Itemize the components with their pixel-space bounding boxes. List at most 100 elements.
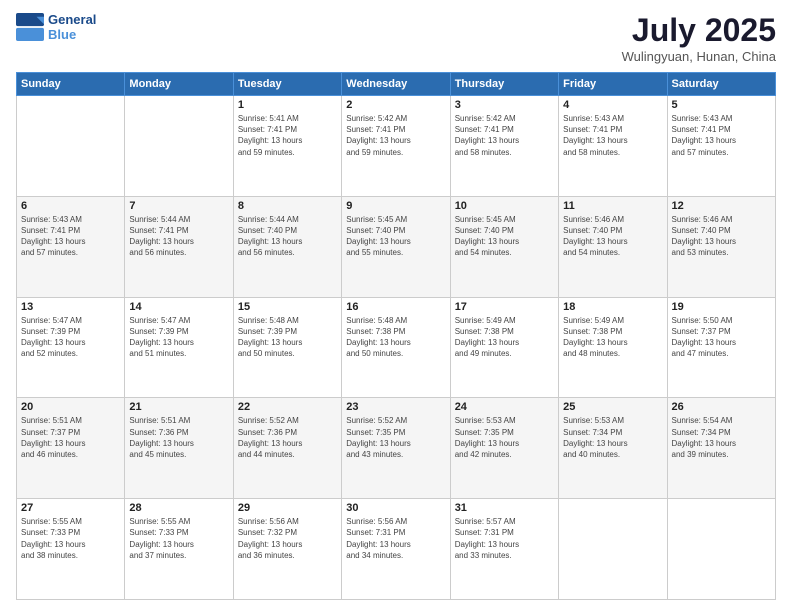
day-info: Sunrise: 5:50 AM Sunset: 7:37 PM Dayligh… bbox=[672, 315, 771, 360]
week-row-5: 27 Sunrise: 5:55 AM Sunset: 7:33 PM Dayli… bbox=[17, 499, 776, 600]
calendar-cell: 26Sunrise: 5:54 AM Sunset: 7:34 PM Dayli… bbox=[667, 398, 775, 499]
day-info: Sunrise: 5:52 AM Sunset: 7:35 PM Dayligh… bbox=[346, 415, 445, 460]
day-number: 12 bbox=[672, 200, 771, 212]
day-number: 28 bbox=[129, 502, 228, 514]
logo: General Blue bbox=[16, 12, 96, 42]
day-info: Sunrise: 5:44 AM Sunset: 7:41 PM Dayligh… bbox=[129, 214, 228, 259]
day-info: Sunrise: 5:47 AM Sunset: 7:39 PM Dayligh… bbox=[21, 315, 120, 360]
calendar-cell: 27 Sunrise: 5:55 AM Sunset: 7:33 PM Dayli… bbox=[17, 499, 125, 600]
weekday-header-sunday: Sunday bbox=[17, 73, 125, 96]
day-number: 5 bbox=[672, 99, 771, 111]
calendar-cell: 14Sunrise: 5:47 AM Sunset: 7:39 PM Dayli… bbox=[125, 297, 233, 398]
day-number: 11 bbox=[563, 200, 662, 212]
calendar-cell: 4 Sunrise: 5:43 AM Sunset: 7:41 PM Daylig… bbox=[559, 96, 667, 197]
weekday-header-friday: Friday bbox=[559, 73, 667, 96]
logo-text: General Blue bbox=[48, 12, 96, 42]
day-number: 27 bbox=[21, 502, 120, 514]
page: General Blue July 2025 Wulingyuan, Hunan… bbox=[0, 0, 792, 612]
day-info: Sunrise: 5:41 AM Sunset: 7:41 PM Dayligh… bbox=[238, 113, 337, 158]
header: General Blue July 2025 Wulingyuan, Hunan… bbox=[16, 12, 776, 64]
day-number: 15 bbox=[238, 301, 337, 313]
day-info: Sunrise: 5:53 AM Sunset: 7:35 PM Dayligh… bbox=[455, 415, 554, 460]
day-number: 7 bbox=[129, 200, 228, 212]
day-number: 26 bbox=[672, 401, 771, 413]
location: Wulingyuan, Hunan, China bbox=[622, 49, 776, 64]
calendar-cell: 2 Sunrise: 5:42 AM Sunset: 7:41 PM Daylig… bbox=[342, 96, 450, 197]
day-number: 10 bbox=[455, 200, 554, 212]
day-info: Sunrise: 5:56 AM Sunset: 7:31 PM Dayligh… bbox=[346, 516, 445, 561]
day-number: 21 bbox=[129, 401, 228, 413]
calendar-cell: 29Sunrise: 5:56 AM Sunset: 7:32 PM Dayli… bbox=[233, 499, 341, 600]
day-number: 23 bbox=[346, 401, 445, 413]
day-number: 1 bbox=[238, 99, 337, 111]
day-number: 4 bbox=[563, 99, 662, 111]
day-info: Sunrise: 5:46 AM Sunset: 7:40 PM Dayligh… bbox=[563, 214, 662, 259]
calendar-cell: 12 Sunrise: 5:46 AM Sunset: 7:40 PM Dayli… bbox=[667, 196, 775, 297]
calendar-cell: 23 Sunrise: 5:52 AM Sunset: 7:35 PM Dayli… bbox=[342, 398, 450, 499]
day-number: 6 bbox=[21, 200, 120, 212]
day-number: 3 bbox=[455, 99, 554, 111]
day-info: Sunrise: 5:46 AM Sunset: 7:40 PM Dayligh… bbox=[672, 214, 771, 259]
day-info: Sunrise: 5:55 AM Sunset: 7:33 PM Dayligh… bbox=[129, 516, 228, 561]
day-info: Sunrise: 5:45 AM Sunset: 7:40 PM Dayligh… bbox=[346, 214, 445, 259]
weekday-header-wednesday: Wednesday bbox=[342, 73, 450, 96]
week-row-1: 1 Sunrise: 5:41 AM Sunset: 7:41 PM Daylig… bbox=[17, 96, 776, 197]
day-number: 19 bbox=[672, 301, 771, 313]
calendar-cell: 10 Sunrise: 5:45 AM Sunset: 7:40 PM Dayli… bbox=[450, 196, 558, 297]
calendar-cell: 31 Sunrise: 5:57 AM Sunset: 7:31 PM Dayli… bbox=[450, 499, 558, 600]
calendar-cell: 20Sunrise: 5:51 AM Sunset: 7:37 PM Dayli… bbox=[17, 398, 125, 499]
calendar-cell: 24 Sunrise: 5:53 AM Sunset: 7:35 PM Dayli… bbox=[450, 398, 558, 499]
day-info: Sunrise: 5:42 AM Sunset: 7:41 PM Dayligh… bbox=[346, 113, 445, 158]
day-info: Sunrise: 5:43 AM Sunset: 7:41 PM Dayligh… bbox=[21, 214, 120, 259]
day-info: Sunrise: 5:57 AM Sunset: 7:31 PM Dayligh… bbox=[455, 516, 554, 561]
week-row-4: 20Sunrise: 5:51 AM Sunset: 7:37 PM Dayli… bbox=[17, 398, 776, 499]
day-info: Sunrise: 5:55 AM Sunset: 7:33 PM Dayligh… bbox=[21, 516, 120, 561]
day-number: 14 bbox=[129, 301, 228, 313]
day-info: Sunrise: 5:51 AM Sunset: 7:36 PM Dayligh… bbox=[129, 415, 228, 460]
day-number: 13 bbox=[21, 301, 120, 313]
calendar-cell: 30 Sunrise: 5:56 AM Sunset: 7:31 PM Dayli… bbox=[342, 499, 450, 600]
calendar-cell: 7 Sunrise: 5:44 AM Sunset: 7:41 PM Daylig… bbox=[125, 196, 233, 297]
day-info: Sunrise: 5:52 AM Sunset: 7:36 PM Dayligh… bbox=[238, 415, 337, 460]
calendar-cell: 19 Sunrise: 5:50 AM Sunset: 7:37 PM Dayli… bbox=[667, 297, 775, 398]
day-number: 8 bbox=[238, 200, 337, 212]
day-info: Sunrise: 5:48 AM Sunset: 7:39 PM Dayligh… bbox=[238, 315, 337, 360]
day-number: 9 bbox=[346, 200, 445, 212]
day-info: Sunrise: 5:43 AM Sunset: 7:41 PM Dayligh… bbox=[563, 113, 662, 158]
logo-line1: General bbox=[48, 12, 96, 27]
calendar-cell: 1 Sunrise: 5:41 AM Sunset: 7:41 PM Daylig… bbox=[233, 96, 341, 197]
calendar-cell: 9 Sunrise: 5:45 AM Sunset: 7:40 PM Daylig… bbox=[342, 196, 450, 297]
title-block: July 2025 Wulingyuan, Hunan, China bbox=[622, 12, 776, 64]
weekday-header-saturday: Saturday bbox=[667, 73, 775, 96]
day-number: 31 bbox=[455, 502, 554, 514]
calendar-cell: 17Sunrise: 5:49 AM Sunset: 7:38 PM Dayli… bbox=[450, 297, 558, 398]
calendar-cell: 13 Sunrise: 5:47 AM Sunset: 7:39 PM Dayli… bbox=[17, 297, 125, 398]
day-info: Sunrise: 5:48 AM Sunset: 7:38 PM Dayligh… bbox=[346, 315, 445, 360]
logo-line2: Blue bbox=[48, 27, 96, 42]
weekday-header-thursday: Thursday bbox=[450, 73, 558, 96]
calendar-cell: 6 Sunrise: 5:43 AM Sunset: 7:41 PM Daylig… bbox=[17, 196, 125, 297]
calendar-cell: 21 Sunrise: 5:51 AM Sunset: 7:36 PM Dayli… bbox=[125, 398, 233, 499]
calendar-cell bbox=[559, 499, 667, 600]
day-info: Sunrise: 5:49 AM Sunset: 7:38 PM Dayligh… bbox=[563, 315, 662, 360]
day-number: 17 bbox=[455, 301, 554, 313]
calendar-cell: 15 Sunrise: 5:48 AM Sunset: 7:39 PM Dayli… bbox=[233, 297, 341, 398]
day-number: 30 bbox=[346, 502, 445, 514]
calendar-cell: 8 Sunrise: 5:44 AM Sunset: 7:40 PM Daylig… bbox=[233, 196, 341, 297]
calendar-cell bbox=[17, 96, 125, 197]
day-info: Sunrise: 5:44 AM Sunset: 7:40 PM Dayligh… bbox=[238, 214, 337, 259]
calendar-cell: 3Sunrise: 5:42 AM Sunset: 7:41 PM Daylig… bbox=[450, 96, 558, 197]
day-info: Sunrise: 5:45 AM Sunset: 7:40 PM Dayligh… bbox=[455, 214, 554, 259]
day-number: 24 bbox=[455, 401, 554, 413]
day-number: 16 bbox=[346, 301, 445, 313]
weekday-header-monday: Monday bbox=[125, 73, 233, 96]
calendar-cell bbox=[125, 96, 233, 197]
calendar-cell: 28 Sunrise: 5:55 AM Sunset: 7:33 PM Dayli… bbox=[125, 499, 233, 600]
day-info: Sunrise: 5:51 AM Sunset: 7:37 PM Dayligh… bbox=[21, 415, 120, 460]
calendar-cell: 25Sunrise: 5:53 AM Sunset: 7:34 PM Dayli… bbox=[559, 398, 667, 499]
logo-icon bbox=[16, 13, 44, 41]
day-number: 2 bbox=[346, 99, 445, 111]
week-row-2: 6 Sunrise: 5:43 AM Sunset: 7:41 PM Daylig… bbox=[17, 196, 776, 297]
calendar-cell bbox=[667, 499, 775, 600]
day-info: Sunrise: 5:43 AM Sunset: 7:41 PM Dayligh… bbox=[672, 113, 771, 158]
